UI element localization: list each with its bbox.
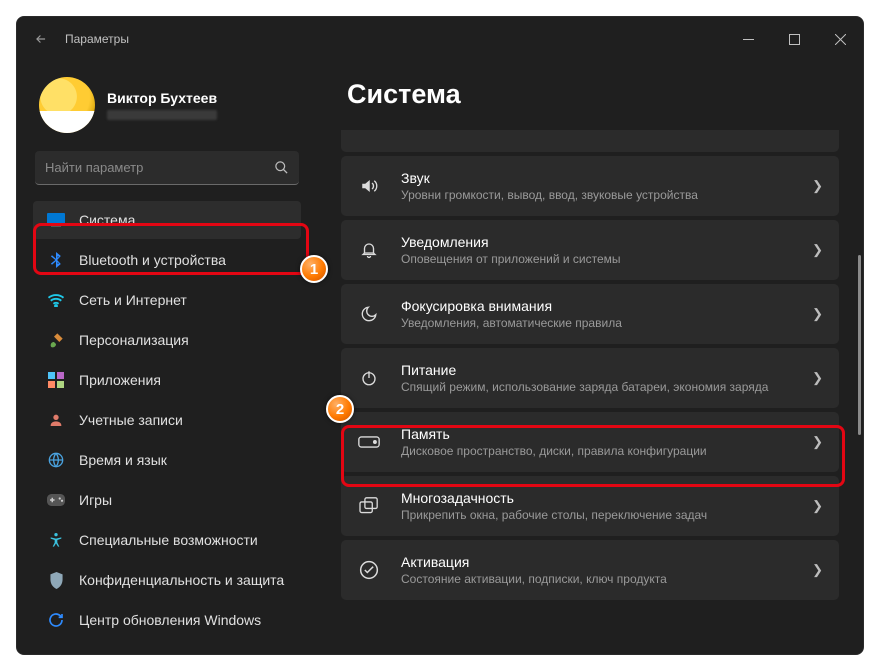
card-desc: Спящий режим, использование заряда батар… — [401, 380, 812, 394]
system-icon — [47, 211, 65, 229]
update-icon — [47, 611, 65, 629]
chevron-right-icon: ❯ — [812, 242, 823, 258]
card-title: Память — [401, 426, 812, 442]
sidebar-item-bluetooth[interactable]: Bluetooth и устройства — [33, 241, 301, 279]
sidebar-item-label: Персонализация — [79, 332, 189, 348]
app-title: Параметры — [65, 32, 129, 46]
sidebar-item-label: Сеть и Интернет — [79, 292, 187, 308]
chevron-right-icon: ❯ — [812, 178, 823, 194]
sidebar: Виктор Бухтеев Система — [17, 61, 317, 654]
sidebar-item-label: Bluetooth и устройства — [79, 252, 226, 268]
titlebar: Параметры — [17, 17, 863, 61]
card-title: Фокусировка внимания — [401, 298, 812, 314]
sound-icon — [357, 174, 381, 198]
sidebar-item-privacy[interactable]: Конфиденциальность и защита — [33, 561, 301, 599]
maximize-button[interactable] — [771, 23, 817, 55]
sidebar-item-label: Приложения — [79, 372, 161, 388]
profile-name: Виктор Бухтеев — [107, 90, 217, 106]
sidebar-item-label: Система — [79, 212, 135, 228]
profile-email-redacted — [107, 110, 217, 120]
storage-icon — [357, 430, 381, 454]
shield-icon — [47, 571, 65, 589]
card-desc: Оповещения от приложений и системы — [401, 252, 812, 266]
search-icon — [274, 160, 289, 175]
sidebar-item-label: Учетные записи — [79, 412, 183, 428]
sidebar-item-label: Время и язык — [79, 452, 167, 468]
card-desc: Состояние активации, подписки, ключ прод… — [401, 572, 812, 586]
sidebar-item-gaming[interactable]: Игры — [33, 481, 301, 519]
wifi-icon — [47, 291, 65, 309]
card-focus-assist[interactable]: Фокусировка внимания Уведомления, автома… — [341, 284, 839, 344]
sidebar-item-time-language[interactable]: Время и язык — [33, 441, 301, 479]
card-sound[interactable]: Звук Уровни громкости, вывод, ввод, звук… — [341, 156, 839, 216]
sidebar-item-label: Центр обновления Windows — [79, 612, 261, 628]
card-title: Активация — [401, 554, 812, 570]
chevron-right-icon: ❯ — [812, 498, 823, 514]
sidebar-item-label: Специальные возможности — [79, 532, 258, 548]
profile-block[interactable]: Виктор Бухтеев — [39, 77, 301, 133]
sidebar-item-network[interactable]: Сеть и Интернет — [33, 281, 301, 319]
chevron-right-icon: ❯ — [812, 562, 823, 578]
power-icon — [357, 366, 381, 390]
card-title: Звук — [401, 170, 812, 186]
close-button[interactable] — [817, 23, 863, 55]
card-activation[interactable]: Активация Состояние активации, подписки,… — [341, 540, 839, 600]
chevron-right-icon: ❯ — [812, 434, 823, 450]
accessibility-icon — [47, 531, 65, 549]
chevron-right-icon: ❯ — [812, 370, 823, 386]
sidebar-item-label: Конфиденциальность и защита — [79, 572, 284, 588]
card-title: Многозадачность — [401, 490, 812, 506]
apps-icon — [47, 371, 65, 389]
card-desc: Прикрепить окна, рабочие столы, переключ… — [401, 508, 812, 522]
card-desc: Уровни громкости, вывод, ввод, звуковые … — [401, 188, 812, 202]
minimize-button[interactable] — [725, 23, 771, 55]
sidebar-item-personalization[interactable]: Персонализация — [33, 321, 301, 359]
card-multitasking[interactable]: Многозадачность Прикрепить окна, рабочие… — [341, 476, 839, 536]
main-panel: Система Звук Уровни громкости, вывод, вв… — [317, 61, 863, 654]
card-power[interactable]: Питание Спящий режим, использование заря… — [341, 348, 839, 408]
card-title: Уведомления — [401, 234, 812, 250]
search-box[interactable] — [35, 151, 299, 185]
card-desc: Уведомления, автоматические правила — [401, 316, 812, 330]
paintbrush-icon — [47, 331, 65, 349]
sidebar-item-apps[interactable]: Приложения — [33, 361, 301, 399]
sidebar-item-label: Игры — [79, 492, 112, 508]
globe-icon — [47, 451, 65, 469]
search-input[interactable] — [45, 160, 274, 175]
card-storage[interactable]: Память Дисковое пространство, диски, пра… — [341, 412, 839, 472]
bluetooth-icon — [47, 251, 65, 269]
card-title: Питание — [401, 362, 812, 378]
card-clipped-top[interactable] — [341, 130, 839, 152]
multitasking-icon — [357, 494, 381, 518]
sidebar-item-system[interactable]: Система — [33, 201, 301, 239]
back-button[interactable] — [25, 23, 57, 55]
card-desc: Дисковое пространство, диски, правила ко… — [401, 444, 812, 458]
sidebar-item-accounts[interactable]: Учетные записи — [33, 401, 301, 439]
check-circle-icon — [357, 558, 381, 582]
gamepad-icon — [47, 491, 65, 509]
sidebar-item-windows-update[interactable]: Центр обновления Windows — [33, 601, 301, 639]
sidebar-item-accessibility[interactable]: Специальные возможности — [33, 521, 301, 559]
chevron-right-icon: ❯ — [812, 306, 823, 322]
bell-icon — [357, 238, 381, 262]
settings-window: Параметры Виктор Бухтеев — [16, 16, 864, 655]
accounts-icon — [47, 411, 65, 429]
page-title: Система — [347, 79, 839, 110]
avatar — [39, 77, 95, 133]
moon-icon — [357, 302, 381, 326]
scrollbar-thumb[interactable] — [858, 255, 861, 435]
card-notifications[interactable]: Уведомления Оповещения от приложений и с… — [341, 220, 839, 280]
